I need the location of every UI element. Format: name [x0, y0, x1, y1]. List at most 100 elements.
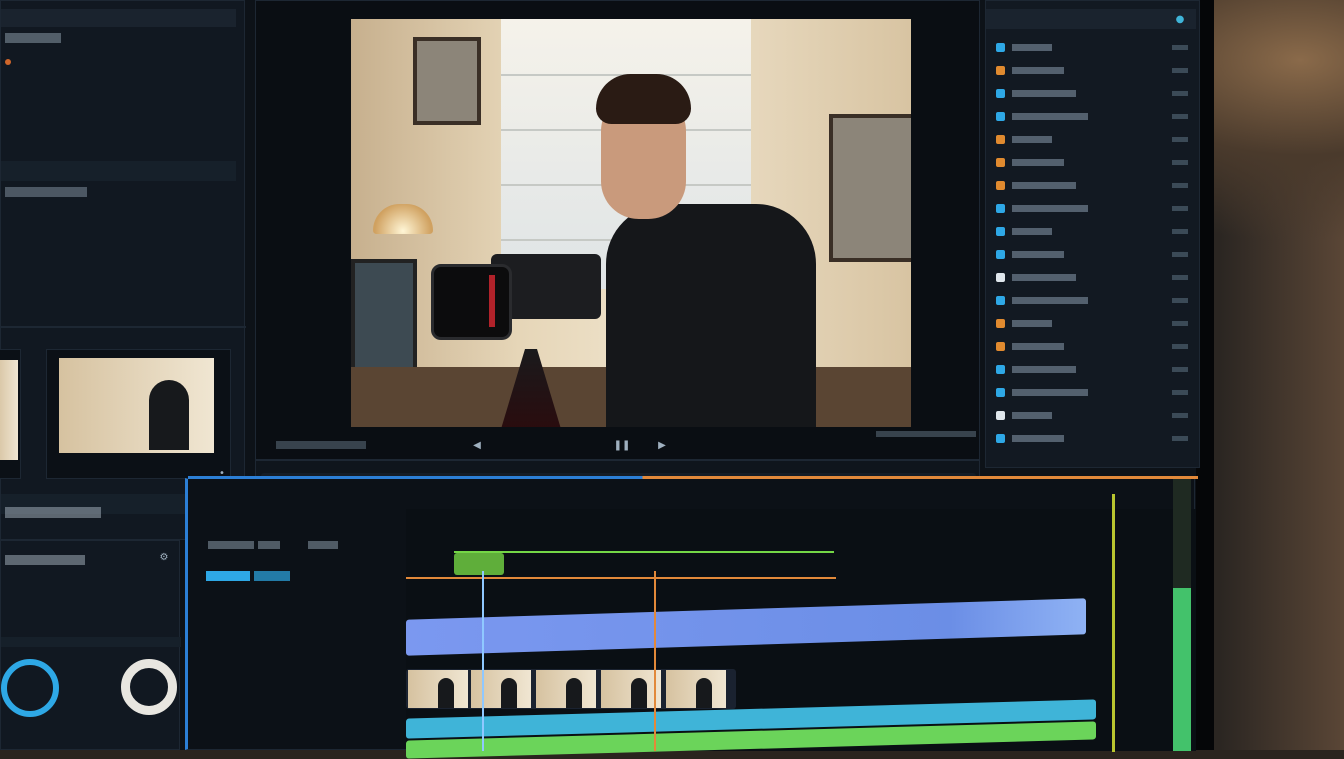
- list-item-label: [1012, 205, 1088, 212]
- list-item-meta: [1172, 206, 1188, 211]
- in-point-marker[interactable]: [454, 553, 504, 575]
- right-header-bar: [986, 9, 1196, 29]
- volume-knob-blue[interactable]: [1, 659, 59, 717]
- right-list-item[interactable]: [992, 294, 1192, 308]
- list-item-meta: [1172, 183, 1188, 188]
- list-item-label: [1012, 90, 1076, 97]
- transport-buttons-left: [276, 441, 366, 449]
- list-item-label: [1012, 435, 1064, 442]
- left-header-bar: [1, 9, 236, 27]
- person-hair: [596, 74, 691, 124]
- list-item-meta: [1172, 160, 1188, 165]
- list-item-icon: [996, 204, 1005, 213]
- list-item-meta: [1172, 367, 1188, 372]
- list-item-icon: [996, 66, 1005, 75]
- list-item-meta: [1172, 229, 1188, 234]
- right-list-item[interactable]: [992, 409, 1192, 423]
- list-item-icon: [996, 227, 1005, 236]
- playhead-orange[interactable]: [654, 571, 656, 751]
- list-item-meta: [1172, 390, 1188, 395]
- list-item-icon: [996, 296, 1005, 305]
- video-clip-blue-top[interactable]: [406, 598, 1086, 656]
- timeline-top-border: [188, 476, 1198, 479]
- right-list-item[interactable]: [992, 202, 1192, 216]
- track-header-1: [208, 541, 254, 549]
- right-close-icon[interactable]: ●: [1174, 13, 1186, 25]
- list-item-meta: [1172, 68, 1188, 73]
- playhead-blue[interactable]: [482, 571, 484, 751]
- list-item-meta: [1172, 275, 1188, 280]
- list-item-icon: [996, 158, 1005, 167]
- right-list-item[interactable]: [992, 133, 1192, 147]
- right-list-item[interactable]: [992, 41, 1192, 55]
- list-item-icon: [996, 388, 1005, 397]
- list-item-meta: [1172, 436, 1188, 441]
- right-list-item[interactable]: [992, 340, 1192, 354]
- right-list-item[interactable]: [992, 225, 1192, 239]
- right-list-item[interactable]: [992, 64, 1192, 78]
- media-thumbnail-partial[interactable]: [0, 349, 21, 479]
- right-list-item[interactable]: [992, 110, 1192, 124]
- right-list-item[interactable]: [992, 432, 1192, 446]
- right-list-item[interactable]: [992, 386, 1192, 400]
- list-item-label: [1012, 320, 1052, 327]
- list-item-meta: [1172, 45, 1188, 50]
- track-header-3: [308, 541, 338, 549]
- list-item-meta: [1172, 114, 1188, 119]
- timeline-panel[interactable]: [185, 476, 1198, 759]
- list-item-label: [1012, 251, 1064, 258]
- list-item-icon: [996, 89, 1005, 98]
- play-icon[interactable]: ▶: [656, 439, 668, 451]
- media-thumb-image: [59, 358, 214, 453]
- list-item-label: [1012, 136, 1052, 143]
- wall-frame-left: [413, 37, 481, 125]
- media-thumb-image: [0, 360, 18, 460]
- list-item-icon: [996, 135, 1005, 144]
- left-section-bar: [1, 161, 236, 181]
- list-item-meta: [1172, 344, 1188, 349]
- playhead-yellow[interactable]: [1112, 494, 1115, 752]
- right-list-item[interactable]: [992, 179, 1192, 193]
- list-item-meta: [1172, 137, 1188, 142]
- track-label-blue-2[interactable]: [254, 571, 290, 581]
- wall-frame-right: [829, 114, 911, 262]
- transport-controls: ◀ ❚❚ ▶: [256, 431, 981, 461]
- list-item-icon: [996, 112, 1005, 121]
- left-panel-divider: [1, 326, 246, 328]
- list-item-label: [1012, 182, 1076, 189]
- mixer-header-placeholder: [5, 555, 85, 565]
- track-area[interactable]: [406, 494, 1196, 759]
- rewind-icon[interactable]: ◀: [471, 439, 483, 451]
- media-thumbnail[interactable]: •: [46, 349, 231, 479]
- right-list-item[interactable]: [992, 248, 1192, 262]
- video-frame[interactable]: [351, 19, 911, 427]
- right-list-item[interactable]: [992, 363, 1192, 377]
- video-clip-thumbnails[interactable]: [406, 669, 736, 709]
- right-list-item[interactable]: [992, 271, 1192, 285]
- track-label-blue[interactable]: [206, 571, 250, 581]
- list-item-meta: [1172, 91, 1188, 96]
- track-header-2: [258, 541, 280, 549]
- monitor-screen: • ⚙ ◀ ❚❚ ▶ ●: [0, 0, 1214, 759]
- right-list-item[interactable]: [992, 156, 1192, 170]
- list-item-label: [1012, 159, 1064, 166]
- mixer-settings-icon[interactable]: ⚙: [156, 549, 172, 565]
- list-item-icon: [996, 342, 1005, 351]
- left-footer-placeholder: [5, 507, 101, 518]
- list-item-icon: [996, 411, 1005, 420]
- pause-icon[interactable]: ❚❚: [614, 439, 631, 451]
- left-title-placeholder: [5, 33, 61, 43]
- ruler-orange-line: [406, 577, 836, 579]
- program-viewer[interactable]: ◀ ❚❚ ▶: [255, 0, 980, 460]
- ruler-green-line: [454, 551, 834, 553]
- volume-knob-white[interactable]: [121, 659, 177, 715]
- list-item-label: [1012, 366, 1076, 373]
- right-list-item[interactable]: [992, 317, 1192, 331]
- right-list-item[interactable]: [992, 87, 1192, 101]
- list-item-icon: [996, 181, 1005, 190]
- transport-buttons-right: [876, 431, 976, 437]
- mixer-divider: [1, 637, 181, 647]
- cinema-camera: [431, 234, 606, 344]
- list-item-icon: [996, 319, 1005, 328]
- list-item-label: [1012, 389, 1088, 396]
